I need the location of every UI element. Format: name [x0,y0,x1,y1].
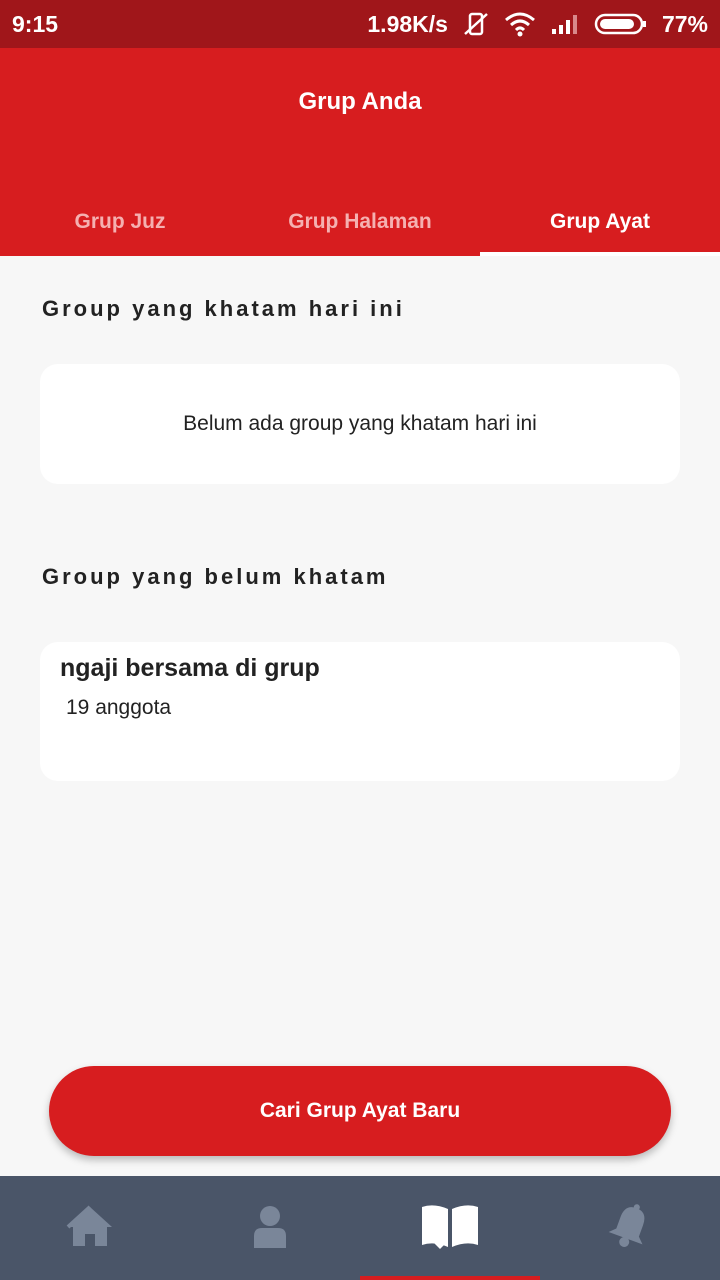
find-new-group-button[interactable]: Cari Grup Ayat Baru [49,1066,671,1156]
user-icon [250,1204,290,1253]
status-time: 9:15 [12,10,59,37]
bell-icon [608,1203,652,1254]
group-name: ngaji bersama di grup [60,654,320,682]
page-title: Grup Anda [298,88,422,115]
pending-section-title: Group yang belum khatam [42,564,389,589]
battery-icon [594,13,648,35]
completed-groups-card: Belum ada group yang khatam hari ini [40,364,680,484]
group-card[interactable]: ngaji bersama di grup 19 anggota [40,642,680,781]
nav-notifications[interactable] [540,1176,720,1280]
nav-home[interactable] [0,1176,180,1280]
nav-groups[interactable] [360,1176,540,1280]
status-bar: 9:15 1.98K/s 77% [0,0,720,48]
bottom-navigation [0,1176,720,1280]
tab-grup-ayat[interactable]: Grup Ayat [480,188,720,256]
nav-profile[interactable] [180,1176,360,1280]
tab-bar: Grup Juz Grup Halaman Grup Ayat [0,188,720,256]
app-header: Grup Anda Grup Juz Grup Halaman Grup Aya… [0,48,720,256]
home-icon [66,1204,114,1253]
group-member-count: 19 anggota [66,696,172,719]
battery-percent: 77% [661,10,708,37]
tab-grup-halaman[interactable]: Grup Halaman [240,188,480,256]
tab-grup-juz[interactable]: Grup Juz [0,188,240,256]
wifi-icon [504,11,536,37]
status-right: 1.98K/s 77% [367,11,708,38]
book-icon [420,1203,480,1254]
vibrate-off-icon [462,11,490,37]
empty-state-text: Belum ada group yang khatam hari ini [183,412,537,435]
completed-section-title: Group yang khatam hari ini [42,296,405,321]
signal-icon [550,13,580,35]
network-speed: 1.98K/s [367,10,448,37]
